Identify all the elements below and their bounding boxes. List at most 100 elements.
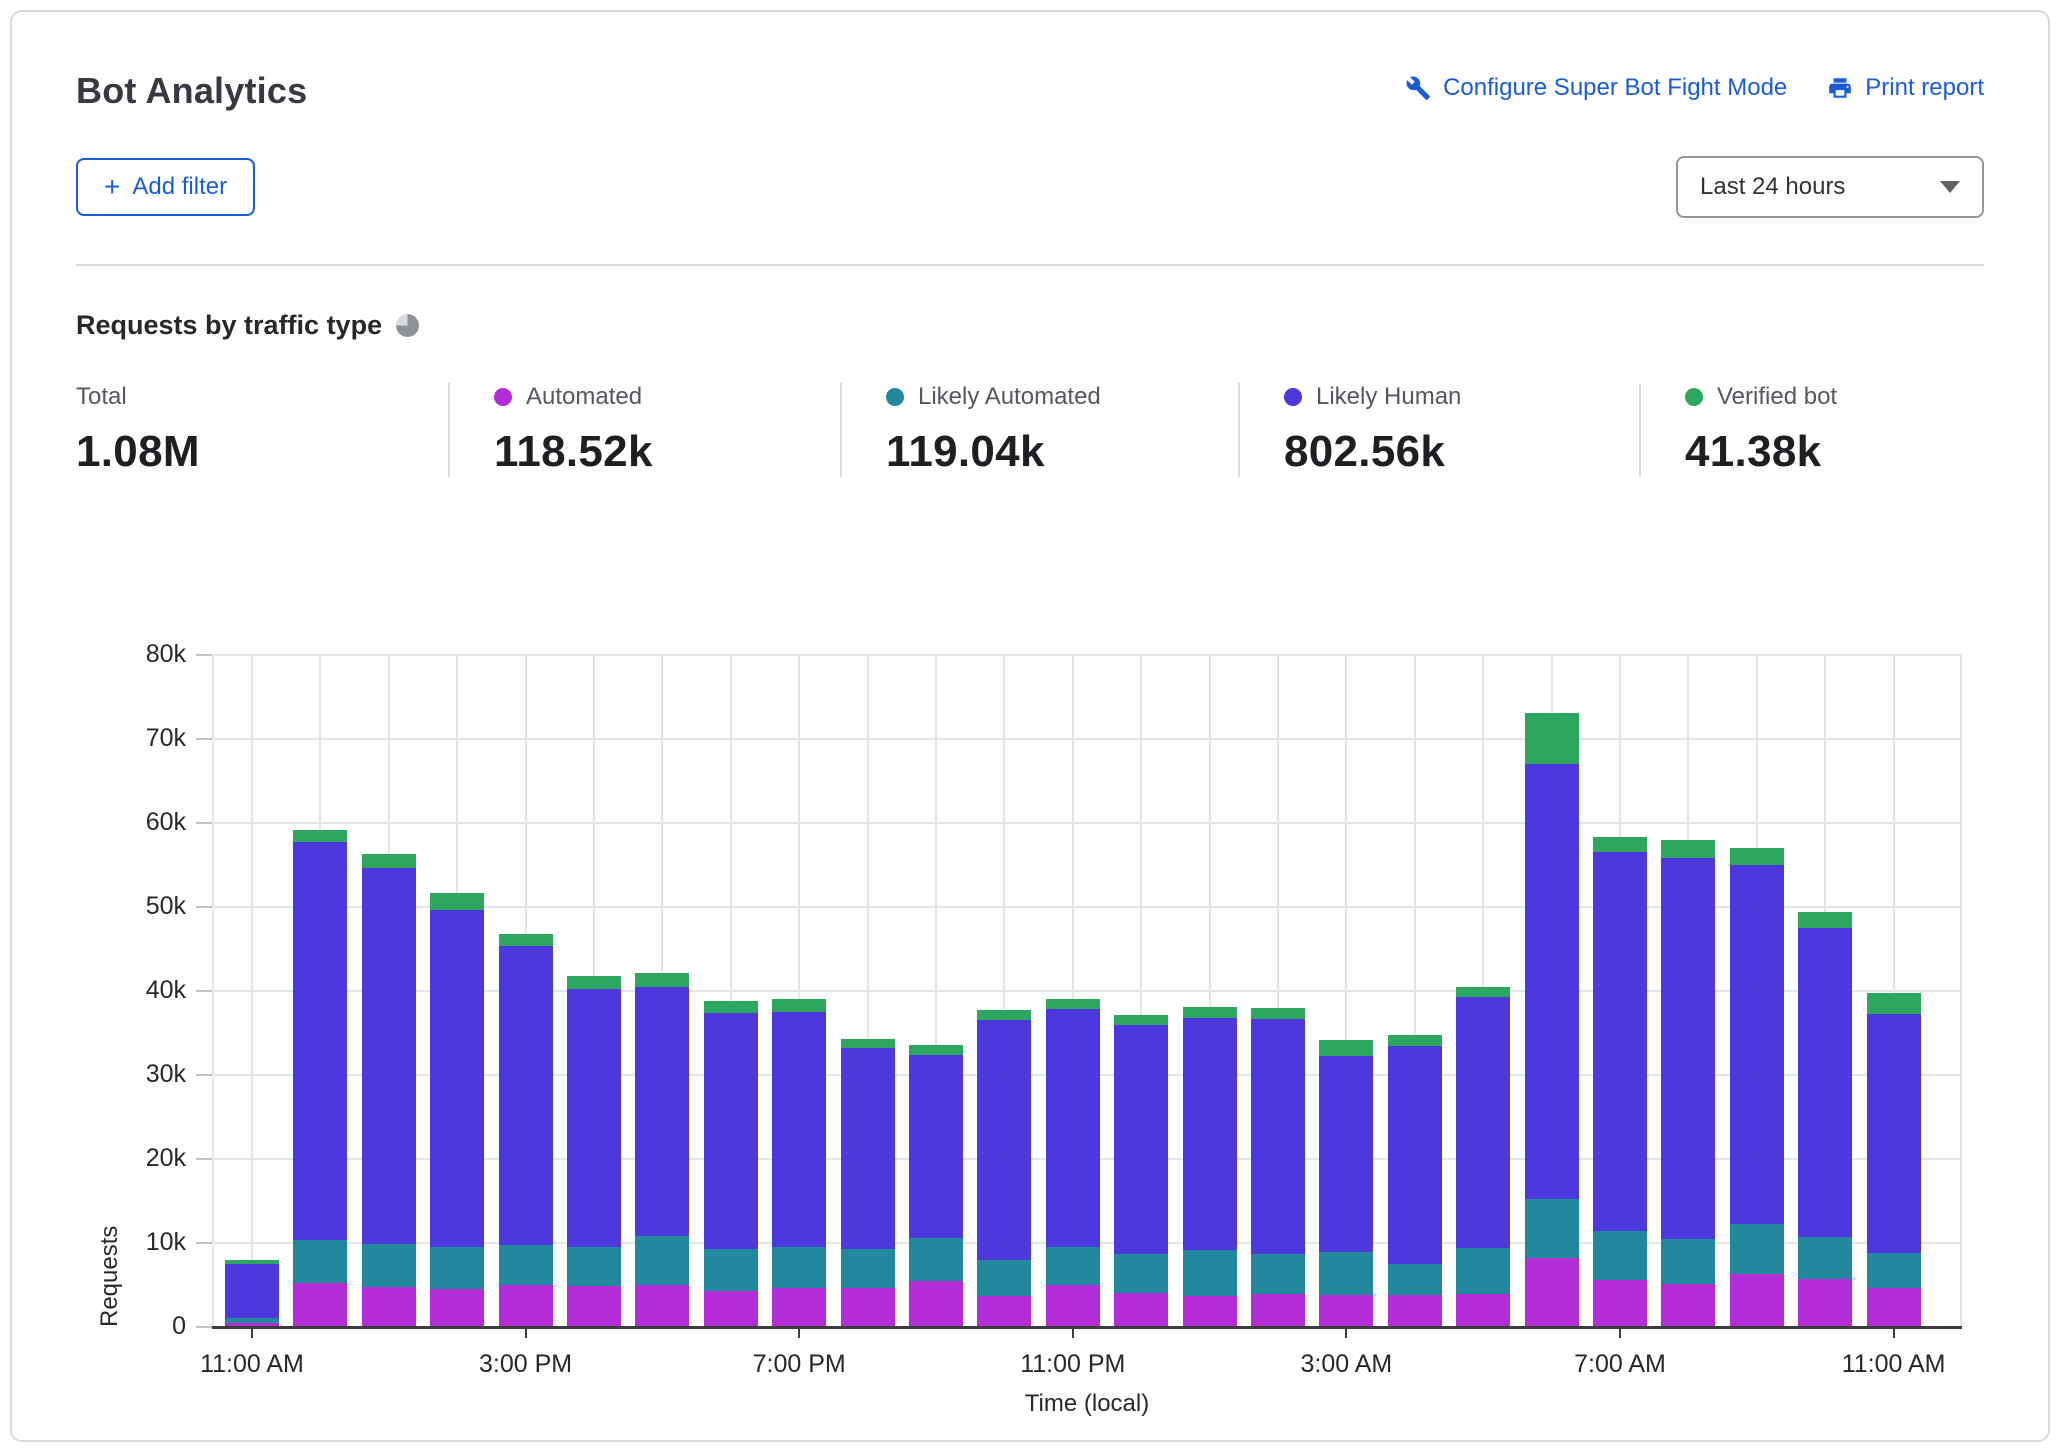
chart-bar[interactable] <box>1729 848 1784 1327</box>
segment-likely-human <box>1593 852 1647 1232</box>
stat-total: Total 1.08M <box>76 383 448 477</box>
segment-verified-bot <box>1456 986 1511 997</box>
print-link-label: Print report <box>1865 74 1984 101</box>
chart-bar[interactable] <box>430 892 485 1327</box>
segment-verified-bot <box>293 829 348 843</box>
chart-bar[interactable] <box>1866 992 1921 1327</box>
segment-likely-human <box>1045 1008 1100 1248</box>
x-axis-tick <box>524 1328 527 1338</box>
segment-likely-human <box>635 986 690 1237</box>
segment-likely-automated <box>1798 1237 1853 1280</box>
chart-bar[interactable] <box>225 1259 279 1327</box>
x-tick-label: 7:00 AM <box>1574 1350 1666 1378</box>
chart-bar[interactable] <box>1251 1007 1305 1327</box>
segment-automated <box>1251 1294 1305 1327</box>
legend-item-likely-human[interactable]: Likely Human 802.56k <box>1238 383 1639 477</box>
y-axis-tick <box>196 990 212 992</box>
chart-bar[interactable] <box>703 1001 758 1327</box>
chart-bar[interactable] <box>1319 1039 1374 1327</box>
segment-likely-human <box>772 1012 827 1248</box>
segment-verified-bot <box>1251 1007 1305 1019</box>
chart-bar[interactable] <box>977 1009 1032 1327</box>
segment-likely-automated <box>293 1239 348 1284</box>
segment-automated <box>567 1285 621 1327</box>
chart-bar[interactable] <box>1798 912 1853 1327</box>
segment-automated <box>840 1288 895 1327</box>
segment-likely-automated <box>1319 1252 1374 1296</box>
chevron-down-icon <box>1940 181 1960 193</box>
x-tick-label: 7:00 PM <box>752 1350 846 1378</box>
segment-likely-human <box>1114 1024 1169 1254</box>
chart-bar[interactable] <box>1045 998 1100 1327</box>
chart-bar[interactable] <box>361 854 416 1327</box>
segment-verified-bot <box>567 975 621 990</box>
chart-bar[interactable] <box>498 933 553 1327</box>
legend-item-verified-bot[interactable]: Verified bot 41.38k <box>1639 383 1857 477</box>
pie-chart-icon <box>396 314 420 337</box>
segment-likely-human <box>1798 928 1853 1238</box>
chart-bar[interactable] <box>1524 712 1579 1327</box>
segment-verified-bot <box>840 1038 895 1049</box>
chart-bar[interactable] <box>1661 839 1716 1327</box>
segment-likely-automated <box>1045 1247 1100 1285</box>
chart-bar[interactable] <box>635 973 690 1327</box>
chart-bar[interactable] <box>1456 986 1511 1327</box>
y-axis-tick <box>196 1242 212 1244</box>
chart-bar[interactable] <box>1182 1006 1237 1327</box>
configure-link-label: Configure Super Bot Fight Mode <box>1443 74 1788 101</box>
print-report-link[interactable]: Print report <box>1827 74 1984 102</box>
stat-total-label: Total <box>76 383 127 410</box>
segment-automated <box>772 1288 827 1327</box>
segment-likely-automated <box>1387 1264 1442 1296</box>
horizontal-gridline <box>212 738 1962 740</box>
y-tick-label: 30k <box>145 1060 186 1088</box>
legend-item-likely-automated[interactable]: Likely Automated 119.04k <box>840 383 1238 477</box>
chart-bar[interactable] <box>293 829 348 1327</box>
segment-likely-automated <box>635 1236 690 1285</box>
configure-super-bot-fight-mode-link[interactable]: Configure Super Bot Fight Mode <box>1405 74 1787 102</box>
time-range-select[interactable]: Last 24 hours <box>1676 156 1984 218</box>
x-tick-label: 11:00 AM <box>1841 1350 1946 1378</box>
segment-verified-bot <box>225 1259 279 1264</box>
segment-verified-bot <box>1524 712 1579 765</box>
legend-item-automated[interactable]: Automated 118.52k <box>448 383 840 477</box>
segment-automated <box>430 1289 485 1327</box>
chart-bar[interactable] <box>909 1044 963 1327</box>
x-axis-tick <box>1892 1328 1895 1338</box>
stat-likely-automated-value: 119.04k <box>886 427 1045 476</box>
y-tick-label: 10k <box>145 1228 186 1256</box>
segment-automated <box>1182 1295 1237 1327</box>
add-filter-button[interactable]: + Add filter <box>76 158 256 216</box>
chart-bar[interactable] <box>567 975 621 1327</box>
chart-bar[interactable] <box>1387 1034 1442 1327</box>
segment-automated <box>703 1290 758 1327</box>
y-tick-label: 40k <box>145 976 186 1004</box>
chart-bar[interactable] <box>840 1038 895 1327</box>
segment-automated <box>977 1295 1032 1327</box>
stat-likely-human-label: Likely Human <box>1316 383 1462 410</box>
requests-chart: Requests 0 10k 20k 30k 40k 50k 60k 70k 80k 11:00 … <box>12 602 2062 1452</box>
chart-bar[interactable] <box>772 999 827 1327</box>
segment-likely-human <box>1866 1013 1921 1254</box>
chart-bar[interactable] <box>1593 837 1647 1327</box>
segment-likely-human <box>1319 1055 1374 1253</box>
y-tick-label: 80k <box>145 640 186 668</box>
x-axis-tick <box>251 1328 253 1338</box>
segment-automated <box>909 1280 963 1327</box>
stat-automated-label: Automated <box>526 383 643 410</box>
page-title: Bot Analytics <box>76 70 308 111</box>
x-axis-line <box>212 1326 1962 1329</box>
x-axis-tick <box>1619 1328 1621 1338</box>
stats-legend: Total 1.08M Automated 118.52k Likely Aut… <box>76 383 1984 477</box>
x-axis-title: Time (local) <box>1024 1390 1150 1417</box>
y-axis-tick <box>196 654 212 656</box>
segment-likely-human <box>361 868 416 1244</box>
printer-icon <box>1827 75 1853 101</box>
x-tick-label: 11:00 AM <box>200 1350 304 1378</box>
segment-likely-automated <box>1593 1231 1647 1280</box>
segment-likely-automated <box>567 1247 621 1286</box>
segment-automated <box>1456 1294 1511 1327</box>
segment-likely-human <box>225 1264 279 1319</box>
x-tick-label: 11:00 PM <box>1020 1350 1126 1378</box>
chart-bar[interactable] <box>1114 1014 1169 1327</box>
